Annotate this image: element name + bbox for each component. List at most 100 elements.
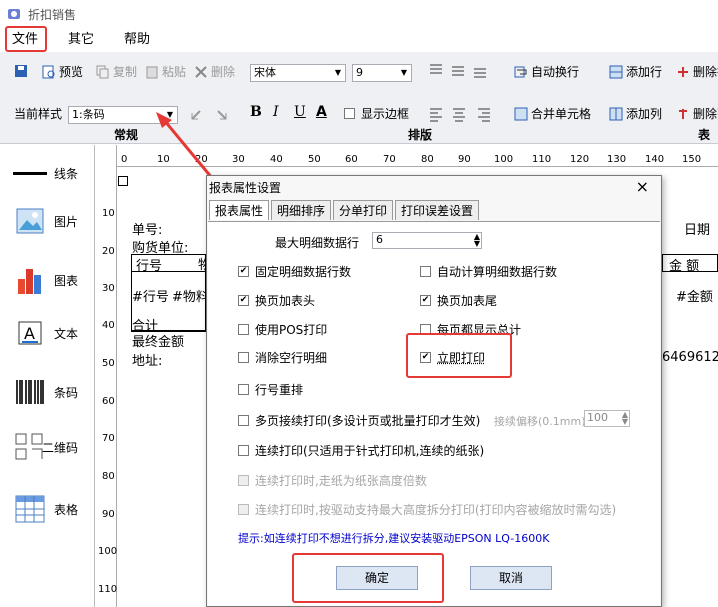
size-select[interactable]: 9 ▼ bbox=[352, 64, 412, 82]
delete-row-button[interactable]: 删除行 bbox=[676, 63, 718, 80]
amount-value[interactable]: #金额 bbox=[676, 286, 713, 305]
auto-rows-label: 自动计算明细数据行数 bbox=[437, 263, 557, 280]
table-icon bbox=[15, 495, 45, 523]
tool-panel: 线条 图片 图表 A 文本 条码 二维码 表格 bbox=[0, 145, 95, 607]
fixed-rows-checkbox[interactable]: ✔ 固定明细数据行数 bbox=[238, 263, 351, 280]
barcode-icon bbox=[15, 378, 45, 406]
continuous-height-checkbox: 连续打印时,走纸为纸张高度倍数 bbox=[238, 472, 427, 489]
pos-print-checkbox[interactable]: 使用POS打印 bbox=[238, 321, 327, 338]
max-rows-spinner[interactable]: 6 ▲ ▼ bbox=[372, 232, 482, 249]
window-title: 折扣销售 bbox=[28, 6, 76, 23]
vruler-label: 60 bbox=[102, 396, 115, 407]
italic-button[interactable]: I bbox=[273, 104, 279, 120]
menu-help[interactable]: 帮助 bbox=[112, 28, 162, 52]
save-icon[interactable] bbox=[14, 64, 28, 78]
delete-button[interactable]: 删除 bbox=[194, 63, 235, 80]
item-value[interactable]: #物料 bbox=[172, 286, 209, 305]
preview-label: 预览 bbox=[59, 63, 83, 80]
tab-detail-sort[interactable]: 明细排序 bbox=[271, 200, 331, 220]
vruler-label: 100 bbox=[98, 546, 117, 557]
vruler-label: 30 bbox=[102, 283, 115, 294]
align-text-icons[interactable] bbox=[428, 106, 494, 122]
close-icon[interactable]: × bbox=[636, 177, 649, 196]
hruler-label: 120 bbox=[570, 154, 589, 165]
spinner-arrows-icon[interactable]: ▲ ▼ bbox=[474, 233, 480, 247]
menu-bar: 文件 其它 帮助 bbox=[0, 28, 718, 52]
bold-button[interactable]: B bbox=[250, 104, 262, 120]
font-value: 宋体 bbox=[254, 66, 276, 79]
preview-button[interactable]: 预览 bbox=[42, 63, 83, 80]
copy-button[interactable]: 复制 bbox=[96, 63, 137, 80]
row-header-cell[interactable]: 行号 bbox=[131, 254, 206, 272]
size-value: 9 bbox=[356, 66, 363, 79]
dialog-tabs: 报表属性 明细排序 分单打印 打印误差设置 bbox=[209, 200, 481, 220]
add-col-button[interactable]: 添加列 bbox=[609, 105, 662, 122]
hruler-label: 0 bbox=[121, 154, 127, 165]
underline-button[interactable]: U bbox=[294, 104, 306, 120]
tool-line-label: 线条 bbox=[54, 165, 78, 182]
tool-chart[interactable]: 图表 bbox=[10, 265, 78, 295]
copy-icon bbox=[96, 65, 110, 79]
final-amount-label[interactable]: 最终金额 bbox=[132, 331, 184, 350]
show-border-checkbox[interactable]: 显示边框 bbox=[344, 105, 409, 122]
continuous-print-checkbox[interactable]: 连续打印(只适用于针式打印机,连续的纸张) bbox=[238, 442, 484, 459]
continuous-split-checkbox: 连续打印时,按驱动支持最大高度拆分打印(打印内容被缩放时需勾选) bbox=[238, 501, 616, 518]
page-header-checkbox[interactable]: ✔ 换页加表头 bbox=[238, 292, 315, 309]
tool-text[interactable]: A 文本 bbox=[10, 321, 78, 345]
paste-button[interactable]: 粘贴 bbox=[145, 63, 186, 80]
multipage-checkbox[interactable]: 多页接续打印(多设计页或批量打印才生效) bbox=[238, 412, 480, 429]
checkbox-box bbox=[238, 324, 249, 335]
phone-value[interactable]: 6469612 bbox=[662, 350, 718, 365]
auto-rows-checkbox[interactable]: 自动计算明细数据行数 bbox=[420, 263, 557, 280]
checkbox-checked: ✔ bbox=[238, 295, 249, 306]
canvas-handle[interactable] bbox=[118, 176, 128, 186]
continuous-height-label: 连续打印时,走纸为纸张高度倍数 bbox=[255, 472, 427, 489]
offset-spinner[interactable]: 100 ▲ ▼ bbox=[584, 410, 630, 427]
tab-report-properties[interactable]: 报表属性 bbox=[209, 200, 269, 220]
tool-barcode-label: 条码 bbox=[54, 384, 78, 401]
tool-barcode[interactable]: 条码 bbox=[10, 378, 78, 406]
tool-image[interactable]: 图片 bbox=[10, 208, 78, 234]
vruler-label: 70 bbox=[102, 433, 115, 444]
auto-wrap-button[interactable]: 自动换行 bbox=[514, 63, 579, 80]
checkbox-box bbox=[238, 384, 249, 395]
date-label[interactable]: 日期 bbox=[684, 219, 710, 238]
font-color-button[interactable]: A bbox=[316, 104, 327, 120]
tool-line[interactable]: 线条 bbox=[10, 165, 78, 182]
page-footer-checkbox[interactable]: ✔ 换页加表尾 bbox=[420, 292, 497, 309]
order-number-label[interactable]: 单号: bbox=[132, 219, 162, 238]
remove-empty-checkbox[interactable]: 消除空行明细 bbox=[238, 349, 327, 366]
max-rows-value: 6 bbox=[376, 233, 383, 246]
merge-cells-button[interactable]: 合并单元格 bbox=[514, 105, 591, 122]
title-bar: 折扣销售 bbox=[0, 0, 718, 28]
tool-table[interactable]: 表格 bbox=[10, 495, 78, 523]
menu-other[interactable]: 其它 bbox=[56, 28, 106, 52]
delete-col-button[interactable]: 删除列 bbox=[676, 105, 718, 122]
wrap-icon bbox=[514, 65, 528, 79]
pos-print-label: 使用POS打印 bbox=[255, 321, 327, 338]
rownum-reset-checkbox[interactable]: 行号重排 bbox=[238, 381, 303, 398]
dialog-title: 报表属性设置 bbox=[209, 179, 281, 196]
vruler-label: 20 bbox=[102, 246, 115, 257]
cancel-button[interactable]: 取消 bbox=[470, 566, 552, 590]
align-top-icons[interactable] bbox=[428, 62, 488, 78]
add-row-icon bbox=[609, 65, 623, 79]
current-style-label: 当前样式 bbox=[14, 105, 62, 122]
font-select[interactable]: 宋体 ▼ bbox=[250, 64, 346, 82]
spinner-arrows-icon[interactable]: ▲ ▼ bbox=[622, 411, 628, 425]
checkbox-box bbox=[238, 415, 249, 426]
show-border-label: 显示边框 bbox=[361, 105, 409, 122]
address-label[interactable]: 地址: bbox=[132, 350, 162, 369]
app-icon bbox=[6, 6, 22, 22]
tab-print-offset[interactable]: 打印误差设置 bbox=[395, 200, 479, 220]
continuous-print-label: 连续打印(只适用于针式打印机,连续的纸张) bbox=[255, 442, 484, 459]
amount-header-cell[interactable]: 金 额 bbox=[662, 254, 718, 272]
hruler-label: 130 bbox=[607, 154, 626, 165]
row-value[interactable]: #行号 bbox=[132, 286, 169, 305]
tool-qrcode[interactable]: 二维码 bbox=[10, 432, 78, 462]
hruler-label: 150 bbox=[682, 154, 701, 165]
tab-split-print[interactable]: 分单打印 bbox=[333, 200, 393, 220]
add-row-button[interactable]: 添加行 bbox=[609, 63, 662, 80]
checkbox-checked: ✔ bbox=[238, 266, 249, 277]
tab-panel: 最大明细数据行 6 ▲ ▼ ✔ 固定明细数据行数 自动计算明细数据行数 ✔ 换页加表头 … bbox=[208, 221, 660, 606]
